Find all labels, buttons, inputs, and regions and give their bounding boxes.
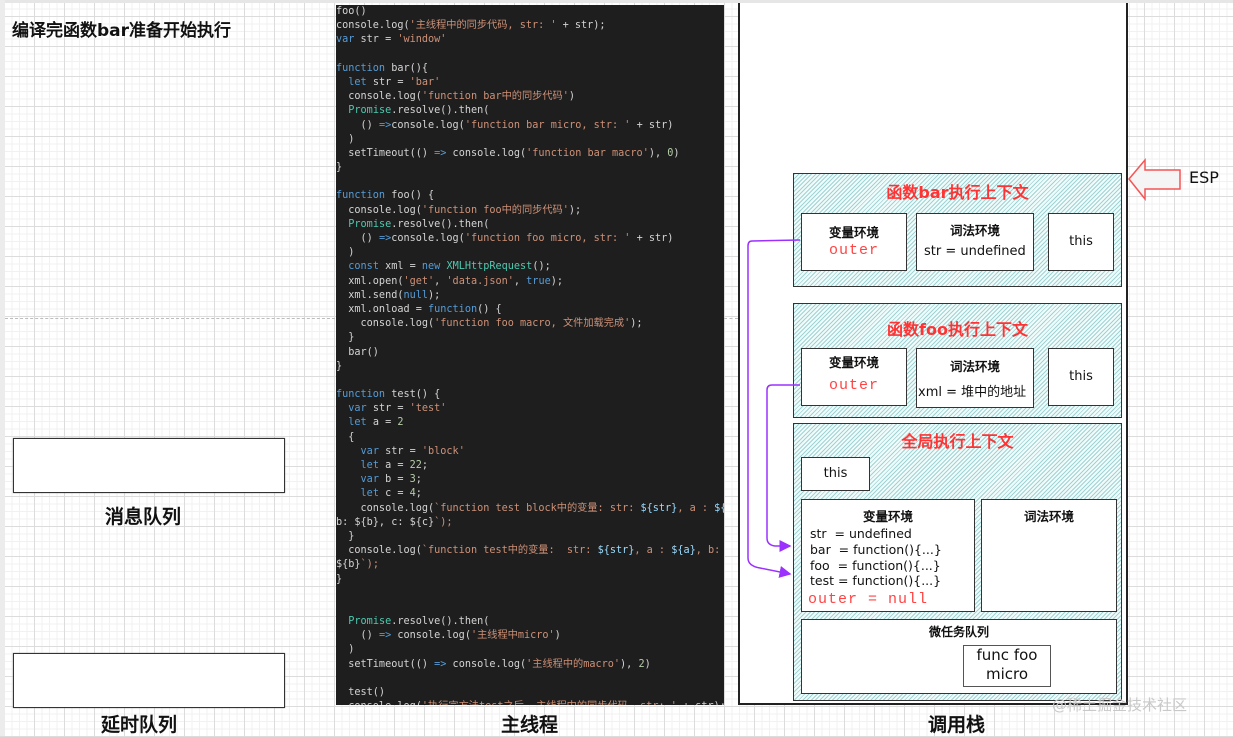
outer-arrows <box>747 157 1181 578</box>
bar-outer-arrow <box>747 239 801 578</box>
watermark: @稀土掘金技术社区 <box>1052 696 1188 714</box>
foo-outer-arrow <box>766 384 800 552</box>
esp-label: ESP <box>1189 168 1219 187</box>
esp-arrow-icon <box>1128 157 1181 202</box>
call-stack-label: 调用栈 <box>928 714 986 736</box>
